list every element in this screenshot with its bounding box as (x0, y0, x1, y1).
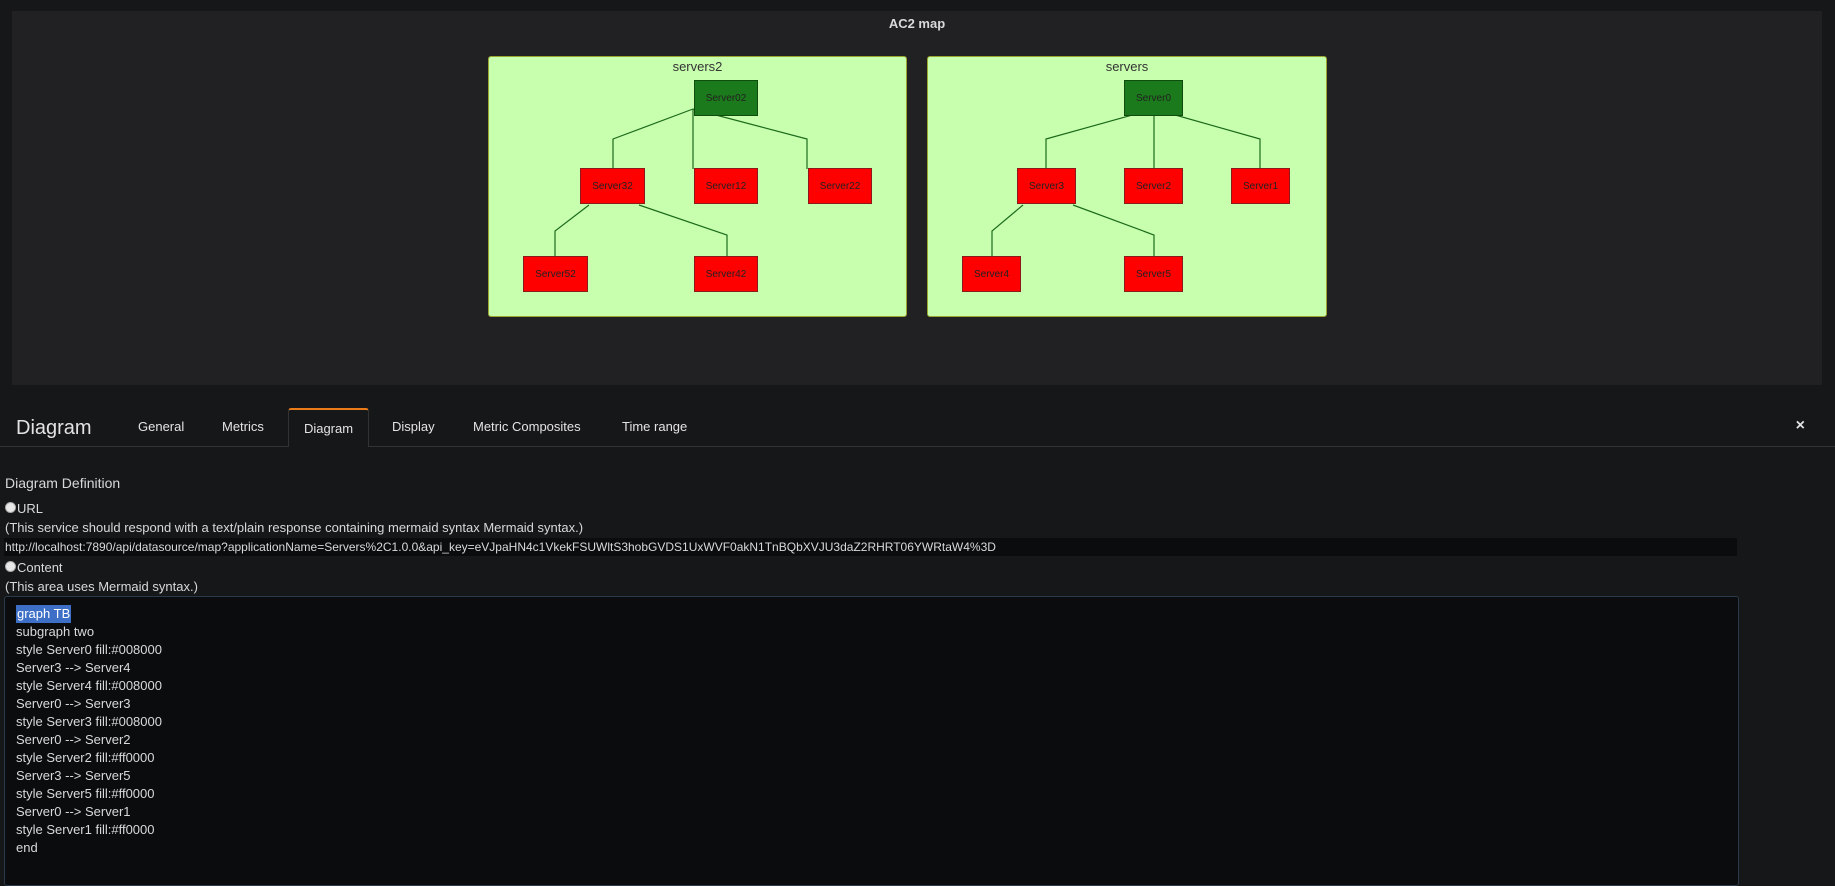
tab-diagram[interactable]: Diagram (288, 408, 369, 447)
tab-metric-composites[interactable]: Metric Composites (473, 419, 581, 446)
tab-display[interactable]: Display (392, 419, 435, 446)
tab-time-range[interactable]: Time range (622, 419, 687, 446)
code-line: style Server1 fill:#ff0000 (16, 822, 155, 837)
content-hint: (This area uses Mermaid syntax.) (5, 579, 198, 594)
node-server3[interactable]: Server3 (1017, 168, 1076, 204)
cluster-servers: servers Server0 Server3 Server2 Server1 … (927, 56, 1327, 317)
node-server0[interactable]: Server0 (1124, 80, 1183, 116)
code-line: style Server5 fill:#ff0000 (16, 786, 155, 801)
panel-title: AC2 map (888, 16, 946, 31)
code-line: style Server4 fill:#008000 (16, 678, 162, 693)
node-server52[interactable]: Server52 (523, 256, 588, 292)
code-line: Server0 --> Server3 (16, 696, 131, 711)
code-line: style Server2 fill:#ff0000 (16, 750, 155, 765)
tab-general[interactable]: General (138, 419, 184, 446)
url-hint: (This service should respond with a text… (5, 520, 584, 535)
code-line: Server3 --> Server5 (16, 768, 131, 783)
node-server5[interactable]: Server5 (1124, 256, 1183, 292)
node-server1[interactable]: Server1 (1231, 168, 1290, 204)
code-line: Server0 --> Server1 (16, 804, 131, 819)
url-option-label: URL (17, 501, 44, 516)
url-radio[interactable] (5, 501, 16, 513)
code-line: Server0 --> Server2 (16, 732, 131, 747)
diagram-panel: AC2 map servers2 Server02 Server32 Serve… (12, 11, 1822, 385)
editor-header: Diagram General Metrics Diagram Display … (0, 405, 1835, 447)
content-option[interactable]: Content (5, 560, 63, 575)
node-server22[interactable]: Server22 (808, 168, 872, 204)
code-line-selected: graph TB (16, 605, 72, 623)
editor-title: Diagram (16, 417, 92, 439)
node-server2[interactable]: Server2 (1124, 168, 1183, 204)
url-input[interactable] (4, 538, 1737, 556)
node-server02[interactable]: Server02 (694, 80, 758, 116)
code-line: style Server3 fill:#008000 (16, 714, 162, 729)
code-line: style Server0 fill:#008000 (16, 642, 162, 657)
node-server12[interactable]: Server12 (694, 168, 758, 204)
code-line: subgraph two (16, 624, 95, 639)
section-title: Diagram Definition (5, 475, 121, 491)
content-radio[interactable] (5, 560, 16, 572)
tab-metrics[interactable]: Metrics (222, 419, 264, 446)
cluster-servers2: servers2 Server02 Server32 Server12 Serv… (488, 56, 907, 317)
content-textarea[interactable]: graph TB subgraph two style Server0 fill… (4, 596, 1739, 886)
code-line: Server3 --> Server4 (16, 660, 131, 675)
node-server42[interactable]: Server42 (694, 256, 758, 292)
node-server32[interactable]: Server32 (580, 168, 645, 204)
close-icon[interactable]: × (1796, 417, 1805, 435)
code-line: end (16, 840, 38, 855)
node-server4[interactable]: Server4 (962, 256, 1021, 292)
tab-diagram-label: Diagram (303, 421, 354, 436)
url-option[interactable]: URL (5, 501, 43, 516)
content-option-label: Content (17, 560, 63, 575)
